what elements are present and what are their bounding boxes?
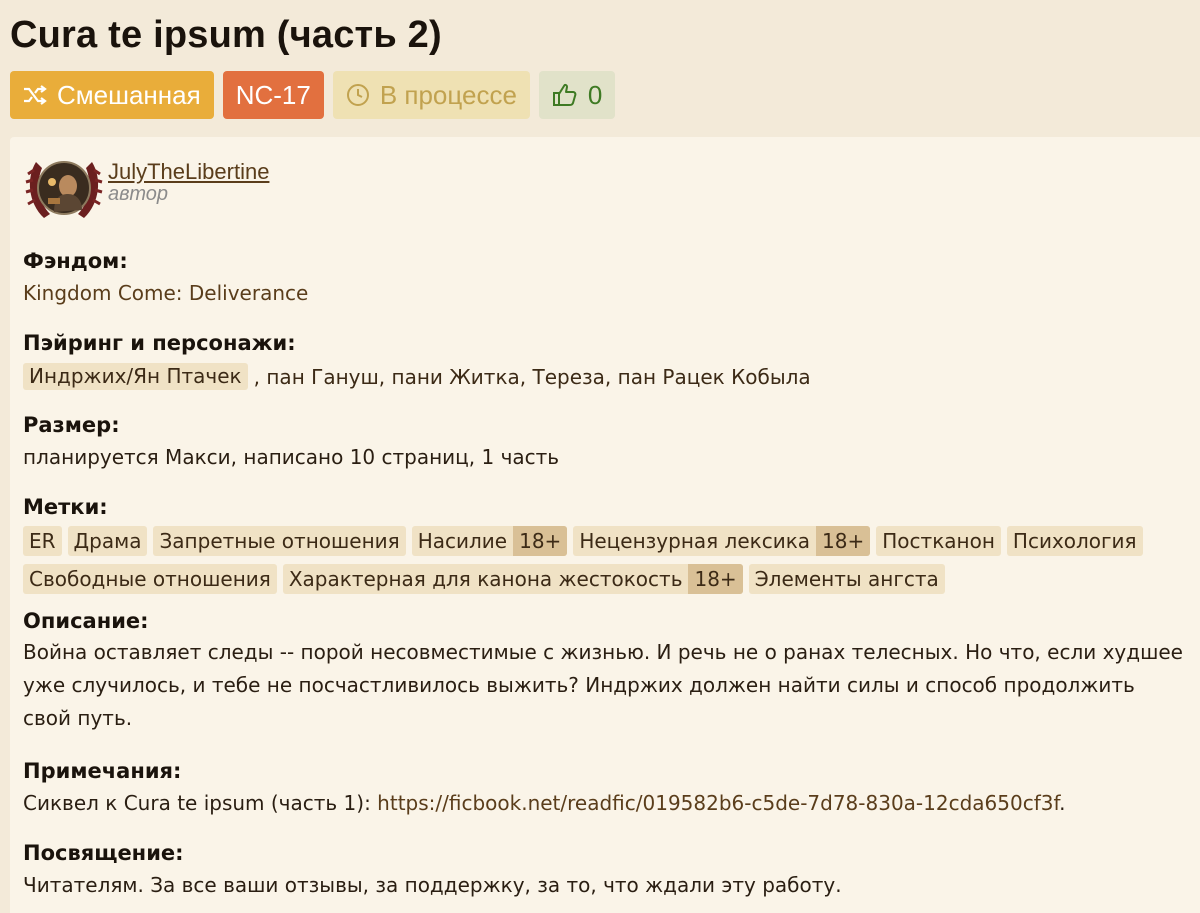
dedication-text: Читателям. За все ваши отзывы, за поддер…: [23, 873, 842, 897]
tag-label: Свободные отношения: [29, 567, 271, 591]
description-label: Описание:: [23, 609, 149, 633]
page-title: Cura te ipsum (часть 2): [10, 14, 442, 56]
fandom-link[interactable]: Kingdom Come: Deliverance: [23, 281, 308, 305]
tag-label: ER: [29, 529, 56, 553]
tag-label: Запретные отношения: [159, 529, 400, 553]
direction-badge[interactable]: Смешанная: [10, 71, 214, 119]
tag-chip[interactable]: Постканон: [876, 526, 1001, 556]
size-section: Размер: планируется Макси, написано 10 с…: [23, 413, 559, 469]
tag-chip[interactable]: Свободные отношения: [23, 564, 277, 594]
status-label: В процессе: [379, 79, 517, 110]
age-rating-label: 18+: [816, 526, 871, 556]
description-text: Война оставляет следы -- порой несовмест…: [23, 640, 1183, 730]
tags-label: Метки:: [23, 495, 108, 519]
notes-text: Сиквел к Cura te ipsum (часть 1): https:…: [23, 791, 1065, 815]
tag-label: Насилие: [417, 529, 508, 553]
rating-label: NC-17: [235, 79, 311, 110]
rating-badge[interactable]: NC-17: [222, 71, 324, 119]
avatar[interactable]: [24, 148, 104, 228]
tag-label: Элементы ангста: [754, 567, 939, 591]
status-badge[interactable]: В процессе: [332, 71, 530, 119]
tag-label: Характерная для канона жестокость: [288, 567, 683, 591]
notes-section: Примечания: Сиквел к Cura te ipsum (част…: [23, 759, 1065, 815]
author-block: JulyTheLibertine автор: [24, 148, 269, 228]
fic-info-card: JulyTheLibertine автор Фэндом: Kingdom C…: [10, 137, 1200, 913]
dedication-label: Посвящение:: [23, 841, 184, 865]
author-role: автор: [108, 182, 169, 205]
tag-label: Драма: [73, 529, 142, 553]
likes-badge[interactable]: 0: [538, 71, 616, 119]
tags-section: Метки: ER Драма Запретные отношения Насилие…: [23, 495, 1193, 594]
fandom-label: Фэндом:: [23, 249, 128, 273]
sequel-link[interactable]: https://ficbook.net/readfic/019582b6-c5d…: [377, 791, 1059, 815]
age-rating-label: 18+: [688, 564, 743, 594]
author-link[interactable]: JulyTheLibertine: [108, 159, 269, 185]
tag-chip[interactable]: ER: [23, 526, 62, 556]
pairing-label: Пэйринг и персонажи:: [23, 331, 296, 355]
tag-chip[interactable]: Характерная для канона жестокость 18+: [282, 564, 743, 594]
tag-label: Нецензурная лексика: [579, 529, 811, 553]
pairing-row: Индржих/Ян Птачек , пан Гануш, пани Житк…: [23, 363, 811, 390]
pairing-chip[interactable]: Индржих/Ян Птачек: [23, 363, 248, 390]
size-label: Размер:: [23, 413, 120, 437]
notes-prefix: Сиквел к Cura te ipsum (часть 1):: [23, 791, 378, 815]
tag-chip[interactable]: Запретные отношения: [153, 526, 406, 556]
dedication-section: Посвящение: Читателям. За все ваши отзыв…: [23, 841, 842, 897]
notes-suffix: .: [1059, 791, 1066, 815]
thumbs-up-icon: [552, 82, 578, 108]
tag-chip[interactable]: Насилие 18+: [411, 526, 568, 556]
tag-chip[interactable]: Элементы ангста: [748, 564, 945, 594]
tag-chip[interactable]: Нецензурная лексика 18+: [573, 526, 871, 556]
notes-label: Примечания:: [23, 759, 182, 783]
size-value: планируется Макси, написано 10 страниц, …: [23, 445, 560, 469]
badges-row: Смешанная NC-17 В процессе 0: [10, 71, 616, 119]
tag-chip[interactable]: Драма: [67, 526, 148, 556]
author-text: JulyTheLibertine автор: [108, 159, 269, 206]
likes-count: 0: [587, 79, 603, 110]
fandom-section: Фэндом: Kingdom Come: Deliverance: [23, 249, 308, 305]
direction-label: Смешанная: [57, 79, 201, 110]
description-section: Описание: Война оставляет следы -- порой…: [23, 609, 1183, 735]
characters-list: , пан Гануш, пани Житка, Тереза, пан Рац…: [253, 364, 811, 389]
age-rating-label: 18+: [513, 526, 568, 556]
pairing-section: Пэйринг и персонажи: Индржих/Ян Птачек ,…: [23, 331, 811, 390]
tag-label: Психология: [1012, 529, 1137, 553]
tag-label: Постканон: [882, 529, 995, 553]
clock-icon: [346, 83, 370, 107]
tag-chip[interactable]: Психология: [1006, 526, 1143, 556]
tags-list: ER Драма Запретные отношения Насилие 18+ Неце…: [23, 526, 1193, 594]
shuffle-icon: [23, 84, 47, 106]
